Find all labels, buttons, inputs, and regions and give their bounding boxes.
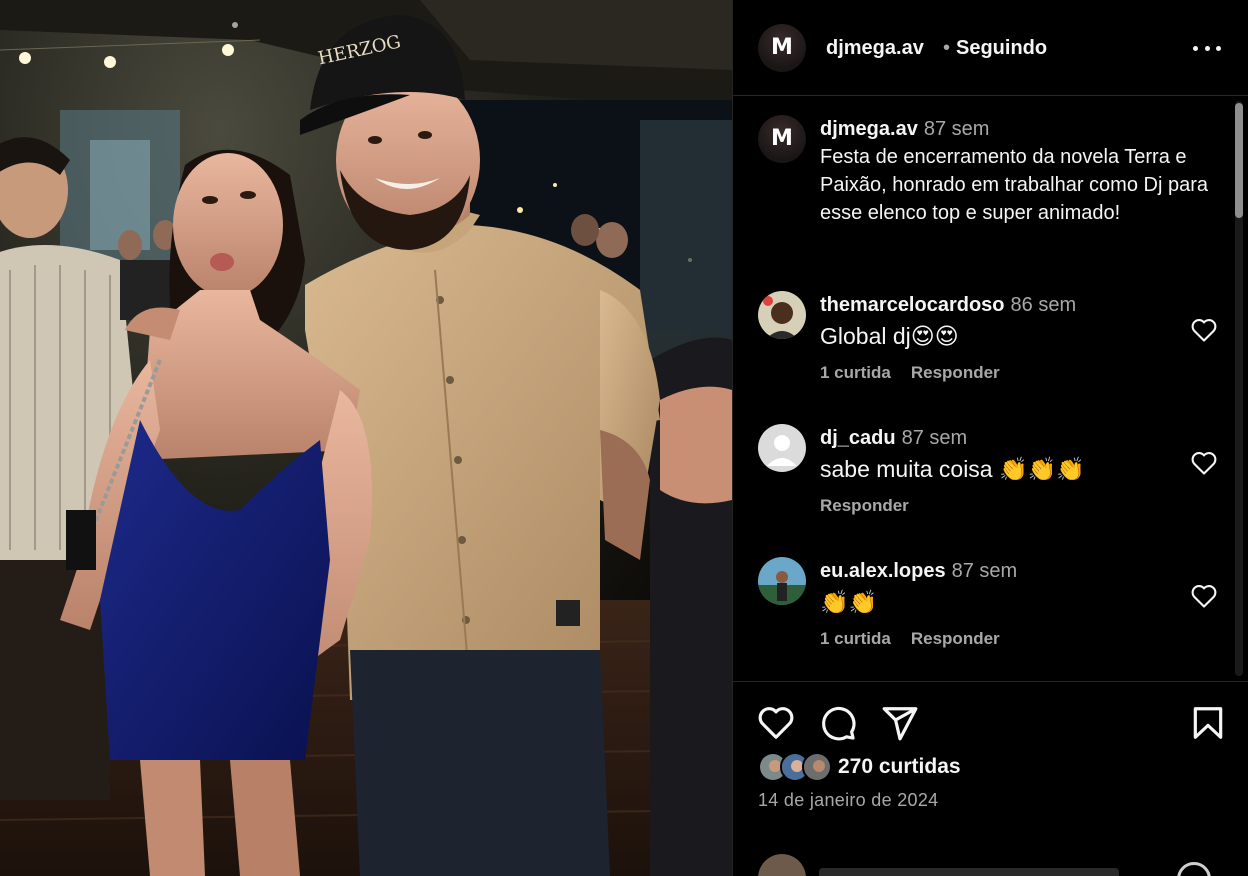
author-avatar[interactable]: M [758,24,806,72]
bookmark-icon[interactable] [1189,704,1227,742]
reply-button[interactable]: Responder [911,629,1000,649]
comment-username[interactable]: eu.alex.lopes [820,560,946,582]
comment-icon[interactable] [819,704,857,742]
post-details-panel: M djmega.av • Seguindo M djmega.av 87 sem… [732,0,1248,876]
comment-like-heart-icon[interactable] [1190,317,1218,343]
comment-time[interactable]: 87 sem [952,560,1018,582]
author-username[interactable]: djmega.av [826,37,924,60]
comment-username[interactable]: themarcelocardoso [820,294,1005,316]
caption-username[interactable]: djmega.av [820,118,918,140]
next-item-icon [1177,862,1211,876]
caption-avatar[interactable]: M [758,115,806,163]
header-separator: • [943,37,951,59]
caption-text-block: djmega.av 87 sem Festa de encerramento da… [820,115,1210,227]
post-actions-section: 270 curtidas 14 de janeiro de 2024 [733,681,1248,876]
comment-body: dj_cadu 87 sem sabe muita coisa 👏👏👏 Respo… [820,424,1160,516]
comment-text: sabe muita coisa 👏👏👏 [820,456,1085,482]
comment-text: Global dj😍😍 [820,323,959,349]
reply-button[interactable]: Responder [911,363,1000,383]
comment-likes-count[interactable]: 1 curtida [820,629,891,649]
commenter-avatar[interactable] [758,291,806,339]
comment-body: themarcelocardoso 86 sem Global dj😍😍 1 cu… [820,291,1160,383]
post-header: M djmega.av • Seguindo [733,0,1248,96]
comment-like-heart-icon[interactable] [1190,583,1218,609]
comment-item: themarcelocardoso 86 sem Global dj😍😍 1 cu… [758,291,1218,401]
next-avatar [758,854,806,876]
scrollbar-thumb[interactable] [1235,103,1243,218]
comments-scroll-area[interactable]: M djmega.av 87 sem Festa de encerramento … [733,97,1248,680]
caption-time[interactable]: 87 sem [924,118,990,140]
post-photo: HERZOG [0,0,732,876]
comment-item: dj_cadu 87 sem sabe muita coisa 👏👏👏 Respo… [758,424,1218,534]
comment-time[interactable]: 86 sem [1011,294,1077,316]
heart-icon[interactable] [757,704,795,742]
comment-text: 👏👏 [820,589,878,615]
send-icon[interactable] [881,704,919,742]
likes-row[interactable]: 270 curtidas [758,752,961,782]
comment-username[interactable]: dj_cadu [820,427,896,449]
reply-button[interactable]: Responder [820,496,909,516]
comment-time[interactable]: 87 sem [902,427,968,449]
commenter-avatar[interactable] [758,424,806,472]
commenter-avatar[interactable] [758,557,806,605]
liker-avatar [802,752,832,782]
comment-like-heart-icon[interactable] [1190,450,1218,476]
photo-image: HERZOG [0,0,732,876]
caption-text: Festa de encerramento da novela Terra e … [820,146,1208,224]
likes-count[interactable]: 270 curtidas [838,755,961,779]
following-button[interactable]: Seguindo [956,37,1047,60]
comment-likes-count[interactable]: 1 curtida [820,363,891,383]
comment-item: eu.alex.lopes 87 sem 👏👏 1 curtida Respond… [758,557,1218,667]
next-item-text [819,868,1119,876]
comment-body: eu.alex.lopes 87 sem 👏👏 1 curtida Respond… [820,557,1160,649]
comments-scrollbar[interactable] [1235,101,1243,676]
more-options-icon[interactable] [1193,34,1221,62]
post-date: 14 de janeiro de 2024 [758,790,939,810]
